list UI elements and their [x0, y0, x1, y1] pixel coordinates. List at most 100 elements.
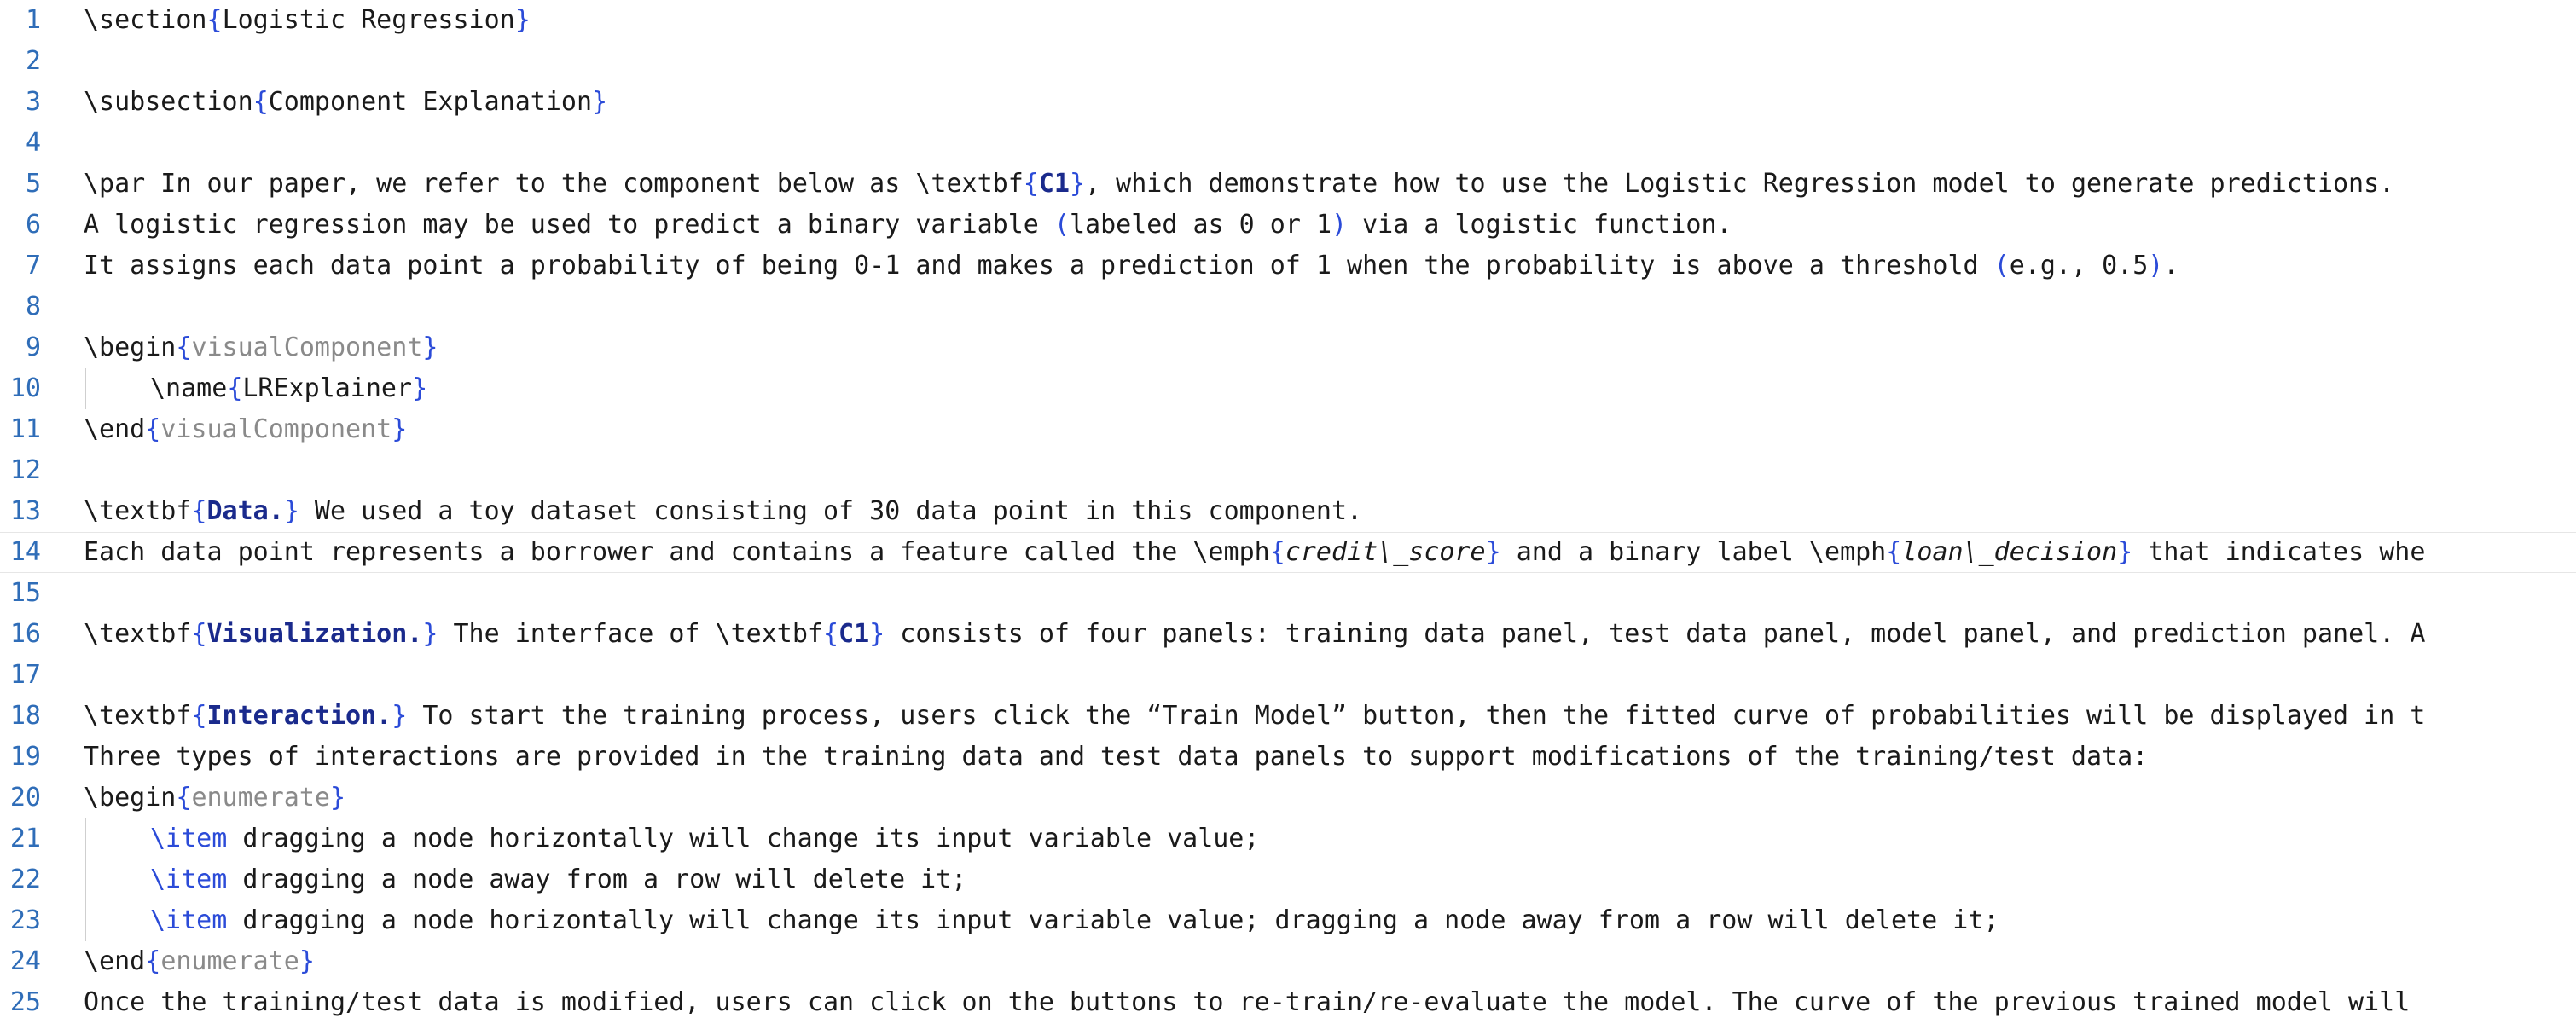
line-number: 21 [9, 824, 41, 853]
line-code[interactable]: \item dragging a node horizontally will … [84, 818, 1259, 859]
editor-line[interactable]: 2 [0, 41, 2576, 82]
code-token: ( [1053, 210, 1070, 240]
code-token: visualComponent [160, 414, 392, 444]
line-code[interactable]: \section{Logistic Regression} [84, 0, 531, 41]
line-code[interactable]: \textbf{Interaction.} To start the train… [84, 696, 2425, 737]
editor-line[interactable]: 23 \item dragging a node horizontally wil… [0, 900, 2576, 941]
code-token: ) [2148, 251, 2164, 281]
line-code[interactable]: \end{enumerate} [84, 941, 315, 982]
code-token: \textbf [84, 619, 192, 649]
line-code[interactable]: Each data point represents a borrower an… [84, 532, 2425, 573]
code-token: { [1023, 169, 1039, 199]
editor-line[interactable]: 18 \textbf{Interaction.} To start the tra… [0, 696, 2576, 737]
editor-line[interactable]: 8 [0, 286, 2576, 327]
code-token: that indicates whe [2132, 537, 2426, 567]
line-code[interactable]: \item dragging a node horizontally will … [84, 900, 1999, 941]
code-token: } [392, 414, 408, 444]
code-token: and a binary label \emph [1500, 537, 1887, 567]
code-token: credit\_score [1285, 537, 1486, 567]
code-token: ) [1332, 210, 1348, 240]
editor-line[interactable]: 7 It assigns each data point a probabilit… [0, 246, 2576, 286]
code-token: \begin [84, 783, 177, 813]
line-number: 14 [9, 537, 41, 567]
line-number: 23 [9, 905, 41, 935]
editor-line[interactable]: 15 [0, 573, 2576, 614]
code-token: } [869, 619, 885, 649]
line-number: 16 [9, 619, 41, 649]
editor-line[interactable]: 5 \par In our paper, we refer to the comp… [0, 164, 2576, 205]
code-token: labeled as 0 or 1 [1069, 210, 1332, 240]
code-token: , which demonstrate how to use the Logis… [1085, 169, 2395, 199]
code-token: Data. [206, 496, 284, 526]
line-number: 8 [25, 292, 41, 321]
code-token: A logistic regression may be used to pre… [84, 210, 1054, 240]
editor-line[interactable]: 9 \begin{visualComponent} [0, 327, 2576, 368]
editor-line[interactable]: 14 Each data point represents a borrower … [0, 532, 2576, 573]
code-token: } [1485, 537, 1501, 567]
code-token: { [206, 5, 223, 35]
code-token: } [514, 5, 531, 35]
code-token: dragging a node horizontally will change… [227, 905, 1999, 935]
code-token: } [392, 701, 408, 731]
code-token: e.g., 0.5 [2009, 251, 2149, 281]
code-token: \name [150, 373, 228, 403]
code-token: } [422, 333, 438, 362]
line-code[interactable]: \begin{enumerate} [84, 778, 345, 818]
code-editor[interactable]: 1 \section{Logistic Regression} 2 3 \subsect… [0, 0, 2576, 1018]
editor-line[interactable]: 25 Once the training/test data is modifie… [0, 982, 2576, 1018]
code-token: \item [150, 905, 228, 935]
line-code[interactable]: \item dragging a node away from a row wi… [84, 859, 966, 900]
editor-line[interactable]: 4 [0, 123, 2576, 164]
code-token: C1 [838, 619, 870, 649]
line-number: 17 [9, 660, 41, 690]
code-token: dragging a node away from a row will del… [227, 865, 967, 894]
line-number: 22 [9, 865, 41, 894]
line-number: 6 [25, 210, 41, 240]
line-code[interactable]: It assigns each data point a probability… [84, 246, 2179, 286]
line-code[interactable]: \end{visualComponent} [84, 409, 407, 450]
editor-line[interactable]: 22 \item dragging a node away from a row … [0, 859, 2576, 900]
editor-line[interactable]: 19 Three types of interactions are provid… [0, 737, 2576, 778]
editor-line[interactable]: 16 \textbf{Visualization.} The interface … [0, 614, 2576, 655]
line-number: 7 [25, 251, 41, 281]
editor-line[interactable]: 11 \end{visualComponent} [0, 409, 2576, 450]
line-number: 19 [9, 742, 41, 772]
line-number: 13 [9, 496, 41, 526]
line-code[interactable]: Once the training/test data is modified,… [84, 982, 2410, 1018]
editor-line[interactable]: 3 \subsection{Component Explanation} [0, 82, 2576, 123]
code-token: } [1069, 169, 1086, 199]
code-token: loan\_decision [1901, 537, 2118, 567]
line-code[interactable]: \par In our paper, we refer to the compo… [84, 164, 2394, 205]
line-code[interactable]: \name{LRExplainer} [84, 368, 427, 409]
code-token: \par In our paper, we refer to the compo… [84, 169, 1024, 199]
line-code[interactable]: \subsection{Component Explanation} [84, 82, 607, 123]
line-code[interactable]: \begin{visualComponent} [84, 327, 438, 368]
editor-line[interactable]: 6 A logistic regression may be used to pr… [0, 205, 2576, 246]
line-number: 24 [9, 946, 41, 976]
line-number: 10 [9, 373, 41, 403]
editor-line[interactable]: 1 \section{Logistic Regression} [0, 0, 2576, 41]
code-token: \section [84, 5, 207, 35]
line-code[interactable]: \textbf{Data.} We used a toy dataset con… [84, 491, 1362, 532]
line-number: 9 [25, 333, 41, 362]
editor-line[interactable]: 21 \item dragging a node horizontally wil… [0, 818, 2576, 859]
line-code[interactable]: \textbf{Visualization.} The interface of… [84, 614, 2425, 655]
code-token: Logistic Regression [222, 5, 515, 35]
editor-line[interactable]: 13 \textbf{Data.} We used a toy dataset c… [0, 491, 2576, 532]
code-token: via a logistic function. [1347, 210, 1732, 240]
editor-line[interactable]: 20 \begin{enumerate} [0, 778, 2576, 818]
line-code[interactable]: Three types of interactions are provided… [84, 737, 2148, 778]
code-token: } [299, 946, 315, 976]
line-number: 2 [25, 46, 41, 76]
editor-line[interactable]: 12 [0, 450, 2576, 491]
line-code[interactable]: A logistic regression may be used to pre… [84, 205, 1732, 246]
editor-line[interactable]: 17 [0, 655, 2576, 696]
code-token: Component Explanation [268, 87, 593, 117]
code-token: \begin [84, 333, 177, 362]
line-number: 18 [9, 701, 41, 731]
code-token: { [1886, 537, 1902, 567]
editor-line[interactable]: 24 \end{enumerate} [0, 941, 2576, 982]
code-token: Visualization. [206, 619, 423, 649]
code-token: \item [150, 824, 228, 853]
editor-line[interactable]: 10 \name{LRExplainer} [0, 368, 2576, 409]
